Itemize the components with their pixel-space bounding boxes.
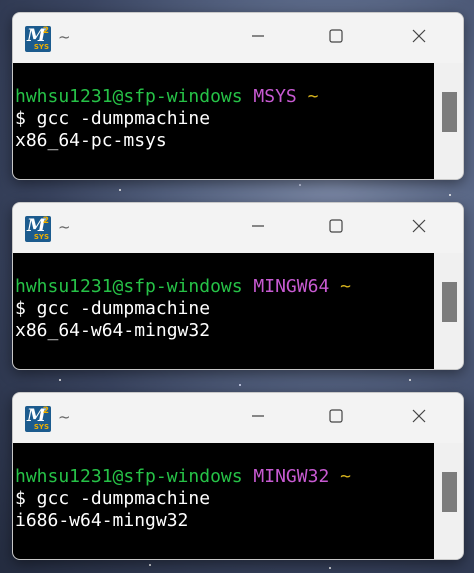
maximize-icon (329, 409, 343, 423)
prompt-dir: ~ (340, 276, 351, 297)
scrollbar[interactable] (434, 63, 463, 179)
terminal-output: hwhsu1231@sfp-windows MSYS ~ $ gcc -dumpm… (15, 86, 318, 152)
minimize-icon (252, 415, 264, 417)
msys2-app-icon[interactable]: M 2 SYS (25, 406, 51, 432)
scrollbar-thumb[interactable] (442, 472, 457, 512)
terminal-area[interactable]: hwhsu1231@sfp-windows MSYS ~ $ gcc -dumpm… (13, 63, 434, 179)
command-line: $ gcc -dumpmachine (15, 108, 211, 129)
minimize-button[interactable] (235, 13, 281, 59)
title-bar[interactable]: M 2 SYS ~ (13, 203, 463, 253)
command-line: $ gcc -dumpmachine (15, 488, 211, 509)
title-bar[interactable]: M 2 SYS ~ (13, 13, 463, 63)
close-button[interactable] (396, 393, 442, 439)
scrollbar-thumb[interactable] (442, 282, 457, 322)
prompt-user: hwhsu1231@sfp-windows (15, 86, 243, 107)
prompt-line: hwhsu1231@sfp-windows MSYS ~ (15, 86, 318, 108)
output-line: x86_64-w64-mingw32 (15, 320, 211, 341)
window-title: ~ (58, 408, 71, 426)
terminal-area[interactable]: hwhsu1231@sfp-windows MINGW32 ~ $ gcc -du… (13, 443, 434, 559)
minimize-icon (252, 225, 264, 227)
close-button[interactable] (396, 203, 442, 249)
terminal-window-msys[interactable]: M 2 SYS ~ hwhsu1231@sfp-windows MSYS ~ $ … (12, 12, 464, 180)
close-icon (412, 219, 426, 233)
window-title: ~ (58, 28, 71, 46)
window-title: ~ (58, 218, 71, 236)
app-icon-subtext: SYS (33, 43, 49, 51)
prompt-env: MSYS (253, 86, 297, 107)
app-icon-subtext: SYS (33, 233, 49, 241)
terminal-window-mingw64[interactable]: M 2 SYS ~ hwhsu1231@sfp-windows MINGW64 … (12, 202, 464, 370)
maximize-icon (329, 219, 343, 233)
minimize-button[interactable] (235, 393, 281, 439)
prompt-line: hwhsu1231@sfp-windows MINGW64 ~ (15, 276, 351, 298)
minimize-icon (252, 35, 264, 37)
terminal-area[interactable]: hwhsu1231@sfp-windows MINGW64 ~ $ gcc -du… (13, 253, 434, 369)
minimize-button[interactable] (235, 203, 281, 249)
close-icon (412, 29, 426, 43)
title-bar[interactable]: M 2 SYS ~ (13, 393, 463, 443)
app-icon-superscript: 2 (42, 26, 49, 36)
prompt-dir: ~ (307, 86, 319, 107)
scrollbar[interactable] (434, 253, 463, 369)
terminal-output: hwhsu1231@sfp-windows MINGW32 ~ $ gcc -du… (15, 466, 351, 532)
prompt-env: MINGW32 (253, 466, 330, 487)
app-icon-subtext: SYS (33, 423, 49, 431)
app-icon-superscript: 2 (42, 406, 49, 416)
prompt-dir: ~ (340, 466, 351, 487)
close-icon (412, 409, 426, 423)
maximize-button[interactable] (313, 203, 359, 249)
command-line: $ gcc -dumpmachine (15, 298, 211, 319)
output-line: i686-w64-mingw32 (15, 510, 189, 531)
prompt-line: hwhsu1231@sfp-windows MINGW32 ~ (15, 466, 351, 488)
close-button[interactable] (396, 13, 442, 59)
scrollbar-thumb[interactable] (442, 92, 457, 132)
maximize-button[interactable] (313, 13, 359, 59)
maximize-button[interactable] (313, 393, 359, 439)
terminal-output: hwhsu1231@sfp-windows MINGW64 ~ $ gcc -du… (15, 276, 351, 342)
output-line: x86_64-pc-msys (15, 130, 167, 151)
scrollbar[interactable] (434, 443, 463, 559)
msys2-app-icon[interactable]: M 2 SYS (25, 26, 51, 52)
prompt-user: hwhsu1231@sfp-windows (15, 466, 243, 487)
prompt-env: MINGW64 (253, 276, 330, 297)
prompt-user: hwhsu1231@sfp-windows (15, 276, 243, 297)
maximize-icon (329, 29, 343, 43)
msys2-app-icon[interactable]: M 2 SYS (25, 216, 51, 242)
terminal-window-mingw32[interactable]: M 2 SYS ~ hwhsu1231@sfp-windows MINGW32 … (12, 392, 464, 560)
app-icon-superscript: 2 (42, 216, 49, 226)
